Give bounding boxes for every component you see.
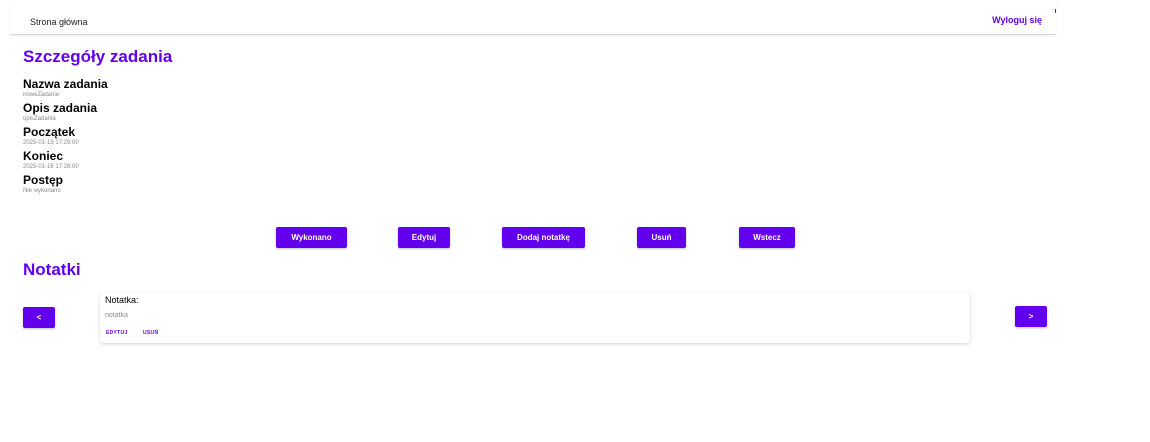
page: Strona główna Wyloguj się Szczegóły zada… bbox=[0, 0, 1150, 442]
task-end-label: Koniec bbox=[23, 149, 64, 163]
task-end-value: 2025-01-16 17:28:00 bbox=[23, 164, 79, 170]
task-start-value: 2025-01-15 17:29:00 bbox=[23, 140, 79, 146]
task-name-value: noweZadanie bbox=[23, 92, 60, 98]
scroll-marker bbox=[1055, 9, 1056, 13]
task-name-label: Nazwa zadania bbox=[23, 77, 108, 91]
note-title: Notatka: bbox=[105, 295, 139, 305]
delete-task-button[interactable]: Usuń bbox=[637, 227, 686, 248]
edit-note-button[interactable]: EDYTUJ bbox=[106, 330, 128, 336]
task-details-list: Nazwa zadania noweZadanie Opis zadania o… bbox=[23, 77, 323, 197]
task-details-heading: Szczegóły zadania bbox=[23, 47, 173, 66]
task-progress-value: Nie wykonano bbox=[23, 188, 61, 194]
previous-note-button[interactable]: < bbox=[23, 307, 55, 328]
edit-task-button[interactable]: Edytuj bbox=[398, 227, 450, 248]
top-nav-bar: Strona główna Wyloguj się bbox=[10, 0, 1056, 35]
task-progress-label: Postęp bbox=[23, 173, 64, 187]
task-description-value: opisZadania bbox=[23, 116, 56, 122]
add-note-button[interactable]: Dodaj notatkę bbox=[502, 227, 585, 248]
logout-link[interactable]: Wyloguj się bbox=[992, 15, 1042, 25]
mark-done-button[interactable]: Wykonano bbox=[276, 227, 347, 248]
notes-heading: Notatki bbox=[23, 260, 81, 279]
note-body: notatka bbox=[105, 312, 128, 319]
note-card: Notatka: notatka EDYTUJ USUŃ bbox=[100, 292, 970, 343]
next-note-button[interactable]: > bbox=[1015, 306, 1047, 327]
home-link[interactable]: Strona główna bbox=[30, 17, 88, 27]
task-start-label: Początek bbox=[23, 125, 76, 139]
back-button[interactable]: Wstecz bbox=[739, 227, 795, 248]
delete-note-button[interactable]: USUŃ bbox=[143, 330, 158, 336]
task-description-label: Opis zadania bbox=[23, 101, 98, 115]
